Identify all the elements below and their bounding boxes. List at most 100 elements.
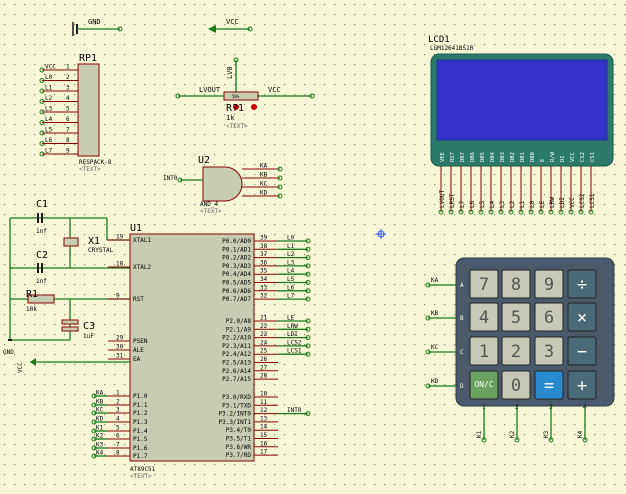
keypad-row-net: KC [431, 344, 439, 351]
u1-left-pin-number: 30 [116, 344, 124, 351]
lcd-pin-label: VEE [440, 152, 446, 162]
lcd-pin-label: DB4 [490, 151, 496, 162]
u1-right-pin-number: 12 [260, 407, 268, 414]
u1-ref: U1 [130, 223, 142, 234]
lcd-pin-net: L4 [489, 200, 496, 208]
u1-right-pin-name: P2.0/A8 [226, 318, 252, 325]
lcd-pin-label: DB3 [500, 152, 506, 162]
u1-right-pin-net: LE [287, 315, 295, 322]
lcd-pin-net: LRST [449, 193, 456, 208]
u1-right-pin-net: L3 [287, 259, 295, 266]
keypad-row-net: KD [431, 378, 439, 385]
u2-text: <TEXT> [200, 208, 222, 215]
keypad-row-label: C [460, 349, 464, 356]
u1-left-pin-net: KD [96, 416, 104, 423]
lcd-pin-net: L0 [529, 200, 536, 208]
u1-left-pin-number: 29 [116, 335, 124, 342]
u1-right-pin-name: P2.2/A10 [222, 335, 251, 342]
u1-right-pin-number: 36 [260, 259, 268, 266]
lcd-pin-net: L2 [509, 200, 516, 208]
rp1-pin-net: L5 [45, 127, 53, 134]
u1-right-pin-net: L4 [287, 268, 295, 275]
u1-right-pin-name: P2.1/A9 [226, 326, 252, 333]
u1-left-pin-name: P1.4 [133, 428, 148, 435]
keypad-row-net: KB [431, 310, 439, 317]
u1-right-pin-name: P0.3/AD3 [222, 263, 251, 270]
u1-left-pin-number: 18 [116, 261, 124, 268]
u1-left-pin-net: K4 [96, 450, 104, 457]
u1-right-pin-net: LRW [287, 323, 298, 330]
rp1-pin-net: L1 [45, 85, 53, 92]
u1-right-pin-net: LDI [287, 331, 298, 338]
u1-right-pin-number: 38 [260, 243, 268, 250]
rp1-pin-net: L0 [45, 74, 53, 81]
u1-right-pin-number: 26 [260, 356, 268, 363]
keypad-key-label: = [544, 376, 554, 396]
lcd-pin-net: LCS1 [589, 193, 596, 208]
u1-right-pin-net: LCS2 [287, 339, 302, 346]
u1-left-pin-name: ALE [133, 347, 144, 354]
keypad-key-label: 5 [511, 308, 521, 328]
rp1-pin-number: 6 [66, 116, 70, 123]
u1-left-pin-net: K2 [96, 433, 104, 440]
rp1-pin-number: 1 [66, 64, 70, 71]
u1-type: AT89C51 [130, 466, 156, 473]
u1-right-pin-number: 21 [260, 315, 268, 322]
lcd-pin-net: LE [539, 200, 546, 208]
u1-left-pin-net: KC [96, 407, 104, 414]
rp1-pin-number: 9 [66, 148, 70, 155]
u1-left-pin-number: 4 [116, 416, 120, 423]
keypad-key-label: − [577, 342, 587, 362]
u1-left-pin-name: XTAL1 [133, 237, 151, 244]
u1-right-pin-number: 34 [260, 276, 268, 283]
u1-right-pin-net: L6 [287, 284, 295, 291]
u2-input-net: KC [260, 181, 268, 188]
u2-input-net: KA [260, 163, 268, 170]
u1-right-pin-name: P0.2/AD2 [222, 255, 251, 262]
pot-value: 1k [226, 114, 235, 122]
u1-right-pin-name: P0.0/AD0 [222, 238, 251, 245]
rp1-pin-number: 8 [66, 137, 70, 144]
pot-text: <TEXT> [226, 123, 248, 130]
keypad-key-label: × [577, 308, 587, 328]
keypad-key-label: 8 [511, 275, 521, 295]
u2-type: AND_4 [200, 201, 218, 208]
u1-right-pin-number: 39 [260, 235, 268, 242]
keypad-key-label: 4 [479, 308, 489, 328]
u1-left-pin-name: P1.6 [133, 445, 148, 452]
u1-right-pin-name: P3.5/T1 [226, 436, 252, 443]
u1-left-pin-name: P1.0 [133, 393, 148, 400]
u1-right-pin-net: L2 [287, 251, 295, 258]
lcd-pin-label: R/W [550, 151, 556, 162]
rp1-pin-net: VCC [45, 64, 56, 71]
u1-left-pin-name: P1.1 [133, 402, 148, 409]
pot-ref: R?1 [226, 103, 244, 114]
u1-right-pin-number: 27 [260, 364, 268, 371]
rp1-pin-number: 3 [66, 85, 70, 92]
u1-left-pin-number: 9 [116, 293, 120, 300]
lcd-pin-net: L6 [469, 200, 476, 208]
u1-left-pin-name: P1.3 [133, 419, 148, 426]
lcd-pin-label: VCC [570, 152, 576, 162]
keypad-col-net: K1 [476, 430, 483, 438]
u1-right-pin-name: P0.6/AD6 [222, 288, 251, 295]
r1-ref: R1 [26, 289, 38, 300]
rp1-pin-number: 4 [66, 95, 70, 102]
u1-left-pin-net: K3 [96, 442, 104, 449]
rp1-pin-number: 2 [66, 74, 70, 81]
vcc-label: VCC [226, 18, 239, 26]
u1-right-pin-name: P0.1/AD1 [222, 246, 251, 253]
lcd-pin-label: DB5 [480, 152, 486, 162]
u1-left-pin-name: P1.2 [133, 410, 148, 417]
u1-right-pin-number: 37 [260, 251, 268, 258]
keypad-key-label: 9 [544, 275, 554, 295]
lcd-pin-label: RST [450, 151, 456, 162]
u1-left-pin-net: KB [96, 399, 104, 406]
rp1-pin-net: L2 [45, 95, 53, 102]
u2-input-net: KD [260, 190, 268, 197]
u1-left-pin-name: PSEN [133, 338, 148, 345]
u1-left-pin-number: 3 [116, 407, 120, 414]
u1-right-pin-name: P2.7/A15 [222, 376, 251, 383]
u1-right-pin-number: 35 [260, 268, 268, 275]
lcd-pin-label: DB0 [530, 152, 536, 162]
